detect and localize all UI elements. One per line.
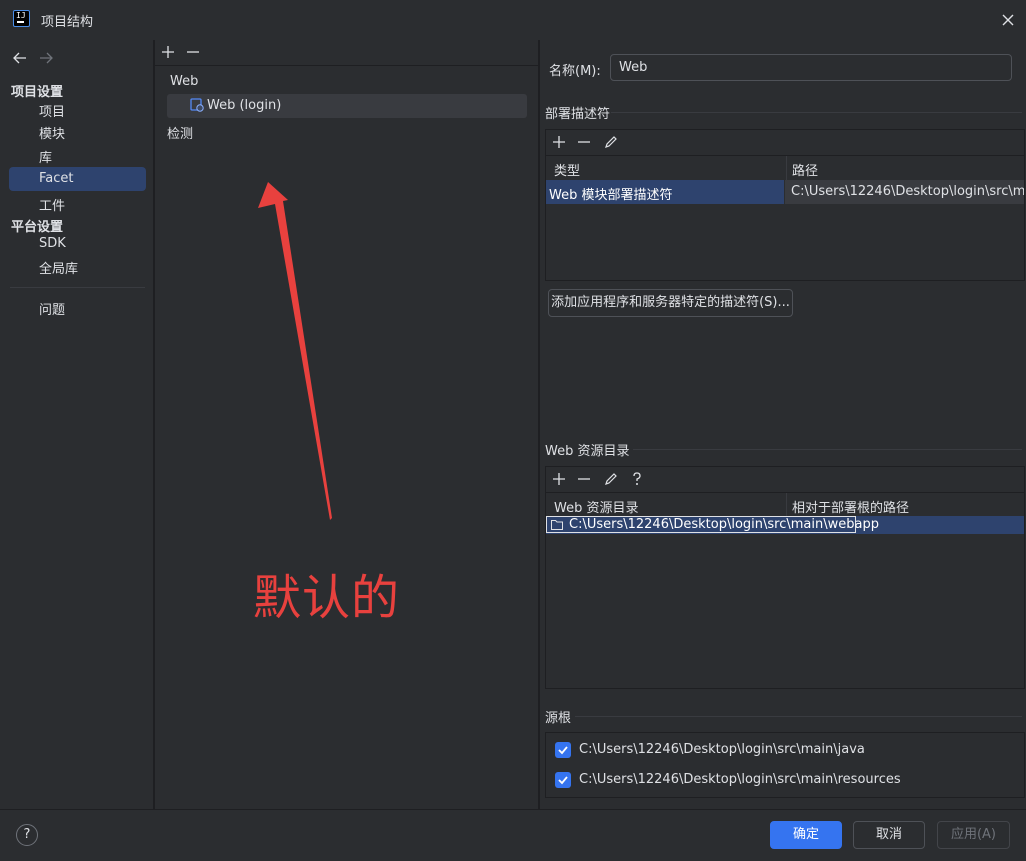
nav-item-global-libraries[interactable]: 全局库 (39, 258, 78, 277)
arrow-right-icon (40, 52, 53, 64)
ok-button[interactable]: 确定 (770, 821, 842, 849)
web-resource-dirs-title: Web 资源目录 (545, 444, 630, 459)
column-header-web-dir[interactable]: Web 资源目录 (554, 497, 638, 516)
plus-icon (162, 46, 174, 58)
question-icon (633, 472, 641, 485)
back-button[interactable] (12, 50, 28, 66)
nav-group-project-settings: 项目设置 (11, 85, 64, 100)
nav-group-platform-settings: 平台设置 (11, 220, 64, 235)
section-divider (575, 716, 1022, 717)
source-root-resources-checkbox[interactable] (555, 772, 571, 788)
descriptor-type-cell: Web 模块部署描述符 (549, 188, 673, 203)
nav-item-artifacts[interactable]: 工件 (39, 195, 65, 214)
cancel-button[interactable]: 取消 (853, 821, 925, 849)
column-header-type[interactable]: 类型 (554, 160, 580, 179)
table-row[interactable]: C:\Users\12246\Desktop\login\src\main\we… (546, 516, 1024, 534)
nav-item-problems[interactable]: 问题 (39, 299, 65, 318)
help-button[interactable]: ? (16, 824, 38, 846)
nav-item-facets-selected[interactable] (9, 167, 146, 191)
plus-icon (553, 136, 565, 148)
add-descriptor-button[interactable] (551, 134, 567, 150)
nav-item-sdks[interactable]: SDK (39, 236, 66, 251)
table-toolbar-divider (546, 155, 1024, 156)
annotation-arrow (258, 182, 332, 520)
add-facet-button[interactable] (160, 44, 176, 60)
section-divider (611, 112, 1022, 113)
arrow-left-icon (13, 52, 26, 64)
folder-icon (551, 519, 563, 530)
plus-icon (553, 473, 565, 485)
minus-icon (187, 51, 199, 53)
close-icon (1002, 14, 1014, 26)
remove-descriptor-button[interactable] (576, 134, 592, 150)
remove-resource-dir-button[interactable] (576, 471, 592, 487)
title-bar (0, 0, 1026, 40)
nav-item-modules[interactable]: 模块 (39, 123, 65, 142)
pencil-icon (605, 136, 617, 148)
help-resource-dir-button[interactable] (629, 471, 645, 487)
web-dir-cell: C:\Users\12246\Desktop\login\src\main\we… (569, 517, 879, 532)
source-root-resources-label: C:\Users\12246\Desktop\login\src\main\re… (579, 772, 901, 787)
deploy-descriptors-title: 部署描述符 (545, 107, 611, 122)
deploy-descriptors-table (545, 129, 1025, 281)
intellij-app-icon: IJ (13, 10, 30, 27)
tree-node-detection[interactable]: 检测 (167, 123, 193, 142)
name-label: 名称(M): (549, 64, 601, 79)
minus-icon (578, 478, 590, 480)
remove-facet-button[interactable] (185, 44, 201, 60)
facet-tree-panel (155, 40, 539, 809)
tree-node-web-login-label: Web (login) (207, 98, 282, 113)
name-input[interactable] (610, 54, 1012, 81)
nav-divider (10, 287, 145, 288)
nav-item-facets-label: Facet (39, 171, 74, 186)
check-icon (558, 776, 568, 785)
section-divider (633, 449, 1022, 450)
annotation-label: 默认的 (253, 570, 401, 626)
add-resource-dir-button[interactable] (551, 471, 567, 487)
descriptor-path-cell: C:\Users\12246\Desktop\login\src\main (791, 184, 1024, 199)
apply-button[interactable]: 应用(A) (937, 821, 1010, 849)
add-server-descriptor-button[interactable]: 添加应用程序和服务器特定的描述符(S)... (548, 289, 793, 317)
column-header-path[interactable]: 路径 (792, 160, 818, 179)
nav-item-project[interactable]: 项目 (39, 101, 65, 120)
settings-nav-panel (0, 40, 154, 809)
toolbar-divider (155, 65, 539, 66)
web-facet-icon (190, 98, 204, 112)
table-toolbar-divider (546, 492, 1024, 493)
close-window-button[interactable] (998, 10, 1018, 30)
source-root-java-label: C:\Users\12246\Desktop\login\src\main\ja… (579, 742, 865, 757)
source-root-java-checkbox[interactable] (555, 742, 571, 758)
minus-icon (578, 141, 590, 143)
table-row[interactable]: Web 模块部署描述符 C:\Users\12246\Desktop\login… (546, 180, 1024, 204)
source-roots-title: 源根 (545, 711, 572, 726)
tree-node-web[interactable]: Web (170, 74, 198, 89)
window-title: 项目结构 (41, 15, 94, 30)
column-divider (786, 156, 787, 180)
edit-descriptor-button[interactable] (603, 134, 619, 150)
column-header-relative-path[interactable]: 相对于部署根的路径 (792, 497, 909, 516)
check-icon (558, 746, 568, 755)
forward-button[interactable] (38, 50, 54, 66)
nav-item-libraries[interactable]: 库 (39, 147, 52, 166)
edit-resource-dir-button[interactable] (603, 471, 619, 487)
pencil-icon (605, 473, 617, 485)
column-divider (786, 493, 787, 516)
